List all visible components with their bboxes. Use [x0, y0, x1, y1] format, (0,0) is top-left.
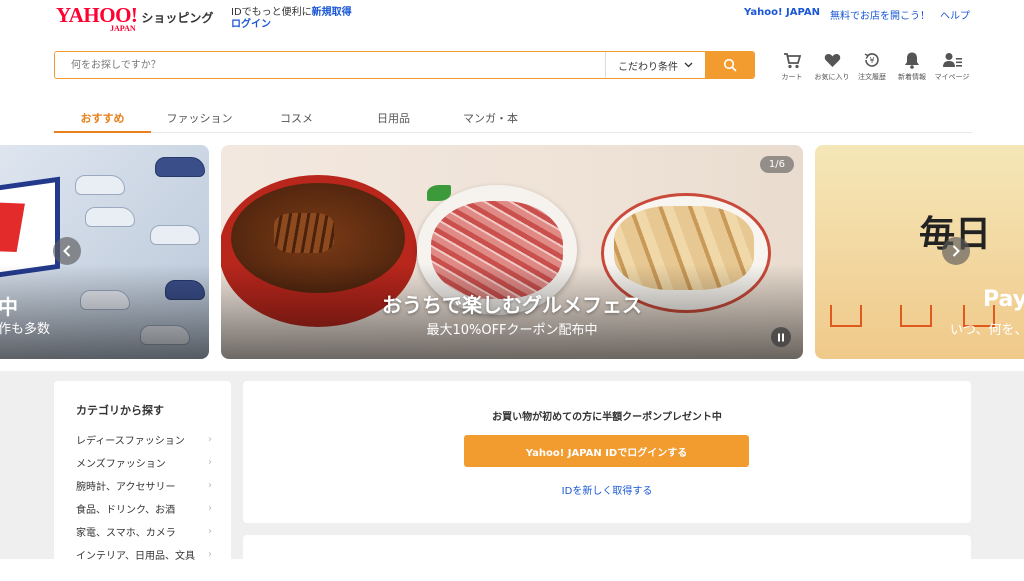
shoe-image	[85, 207, 135, 227]
heart-icon	[824, 50, 841, 70]
search-icon	[723, 58, 736, 72]
chevron-right-icon: ›	[208, 434, 212, 445]
chevron-down-icon	[684, 62, 693, 68]
lower-section: カテゴリから探す レディースファッション › メンズファッション › 腕時計、アクセ…	[0, 371, 1024, 581]
content-card	[243, 535, 971, 575]
login-prompt: IDでもっと便利に	[231, 7, 312, 18]
search-button[interactable]	[705, 52, 754, 78]
mypage-label: マイページ	[934, 73, 970, 81]
login-button[interactable]: Yahoo! JAPAN IDでログインする	[464, 435, 749, 467]
header-links: Yahoo! JAPAN 無料でお店を開こう！ ヘルプ	[744, 7, 970, 22]
category-item-food-drink[interactable]: 食品、ドリンク、お酒 ›	[76, 497, 212, 520]
tab-manga-books[interactable]: マンガ・本	[442, 101, 539, 132]
cart-label: カート	[781, 73, 803, 81]
coupon-message: お買い物が初めての方に半額クーポンプレゼント中	[492, 412, 722, 423]
category-item-label: 食品、ドリンク、お酒	[76, 505, 176, 516]
chevron-right-icon: ›	[208, 549, 212, 560]
order-history-icon: ¥	[863, 50, 881, 70]
category-sidebar: カテゴリから探す レディースファッション › メンズファッション › 腕時計、アクセ…	[54, 381, 231, 581]
header-login-area: IDでもっと便利に新規取得 ログイン	[231, 7, 352, 31]
banner-title: おうちで楽しむグルメフェス	[382, 293, 642, 317]
eel-detail	[274, 213, 334, 253]
favorites-button[interactable]: お気に入り	[812, 50, 852, 82]
category-item-mens-fashion[interactable]: メンズファッション ›	[76, 451, 212, 474]
chevron-right-icon: ›	[208, 526, 212, 537]
shoe-image	[75, 175, 125, 195]
category-item-label: インテリア、日用品、文具	[76, 551, 195, 562]
yahoo-japan-link[interactable]: Yahoo! JAPAN	[744, 7, 820, 22]
tab-daily-goods[interactable]: 日用品	[345, 101, 442, 132]
register-link[interactable]: 新規取得	[312, 7, 352, 18]
banner-next-text-2: Pay	[983, 287, 1024, 312]
category-item-label: メンズファッション	[76, 459, 166, 470]
cart-decoration	[830, 305, 862, 327]
category-item-label: レディースファッション	[76, 436, 185, 447]
user-icon	[942, 50, 962, 70]
search-input[interactable]	[55, 52, 605, 78]
category-item-label: 家電、スマホ、カメラ	[76, 528, 176, 539]
mypage-button[interactable]: マイページ	[932, 50, 972, 82]
chevron-right-icon	[952, 245, 960, 257]
banner-sign-mark	[0, 202, 25, 253]
notifications-button[interactable]: 新着情報	[892, 50, 932, 82]
carousel-next-button[interactable]	[942, 237, 970, 265]
bell-icon	[904, 50, 920, 70]
filter-label: こだわり条件	[618, 61, 678, 73]
chevron-right-icon: ›	[208, 457, 212, 468]
banner-slide-current[interactable]: おうちで楽しむグルメフェス 最大10%OFFクーポン配布中 1/6	[221, 145, 803, 359]
banner-slide-prev[interactable]: 中 作も多数	[0, 145, 209, 359]
notifications-label: 新着情報	[898, 73, 926, 81]
filter-dropdown[interactable]: こだわり条件	[605, 52, 705, 78]
favorites-label: お気に入り	[814, 73, 850, 81]
category-sidebar-title: カテゴリから探す	[76, 404, 164, 417]
help-link[interactable]: ヘルプ	[940, 7, 970, 22]
order-history-button[interactable]: ¥ 注文履歴	[852, 50, 892, 82]
chevron-right-icon: ›	[208, 503, 212, 514]
banner-next-text-3: いつ、何を、	[950, 323, 1024, 338]
carousel-prev-button[interactable]	[53, 237, 81, 265]
banner-subtitle: 最大10%OFFクーポン配布中	[426, 323, 598, 338]
category-item-watches-accessories[interactable]: 腕時計、アクセサリー ›	[76, 474, 212, 497]
chevron-left-icon	[63, 245, 71, 257]
garnish-image	[427, 185, 451, 201]
logo-sub: JAPAN	[110, 24, 136, 33]
cart-decoration	[900, 305, 932, 327]
shoe-image	[155, 157, 205, 177]
slide-counter: 1/6	[759, 156, 794, 173]
tab-cosmetics[interactable]: コスメ	[248, 101, 345, 132]
search-bar: こだわり条件	[54, 51, 755, 79]
banner-prev-text-1: 中	[0, 295, 18, 319]
category-tabs: おすすめ ファッション コスメ 日用品 マンガ・本	[54, 101, 972, 133]
category-item-ladies-fashion[interactable]: レディースファッション ›	[76, 428, 212, 451]
svg-text:¥: ¥	[869, 56, 874, 65]
login-link[interactable]: ログイン	[231, 19, 271, 30]
shoe-image	[150, 225, 200, 245]
cart-icon	[783, 50, 801, 70]
banner-carousel: 中 作も多数 おうちで楽しむグルメフェス 最大10%OFFクーポン配布中 1/6…	[0, 145, 1024, 359]
utility-nav: カート お気に入り ¥ 注文履歴 新着情報 マイページ	[772, 50, 972, 82]
logo-mark: YAHOO!	[56, 3, 138, 27]
pause-icon	[778, 333, 784, 341]
logo-service-name: ショッピング	[141, 11, 214, 25]
pause-button[interactable]	[771, 327, 791, 347]
open-store-link[interactable]: 無料でお店を開こう！	[830, 7, 930, 22]
yahoo-shopping-logo[interactable]: YAHOO! JAPAN ショッピング	[56, 3, 214, 33]
category-item-interior[interactable]: インテリア、日用品、文具 ›	[76, 543, 212, 566]
category-item-label: 腕時計、アクセサリー	[76, 482, 176, 493]
banner-shade	[0, 264, 209, 359]
cart-button[interactable]: カート	[772, 50, 812, 82]
tab-recommended[interactable]: おすすめ	[54, 101, 151, 133]
order-history-label: 注文履歴	[858, 73, 886, 81]
category-item-electronics[interactable]: 家電、スマホ、カメラ ›	[76, 520, 212, 543]
header: YAHOO! JAPAN ショッピング IDでもっと便利に新規取得 ログイン Y…	[0, 0, 1024, 40]
new-id-link[interactable]: IDを新しく取得する	[243, 482, 971, 497]
tab-fashion[interactable]: ファッション	[151, 101, 248, 132]
banner-slide-next[interactable]: 毎日 Pay いつ、何を、	[815, 145, 1024, 359]
banner-prev-text-2: 作も多数	[0, 322, 51, 337]
login-promo-card: お買い物が初めての方に半額クーポンプレゼント中 Yahoo! JAPAN IDで…	[243, 381, 971, 523]
chevron-right-icon: ›	[208, 480, 212, 491]
